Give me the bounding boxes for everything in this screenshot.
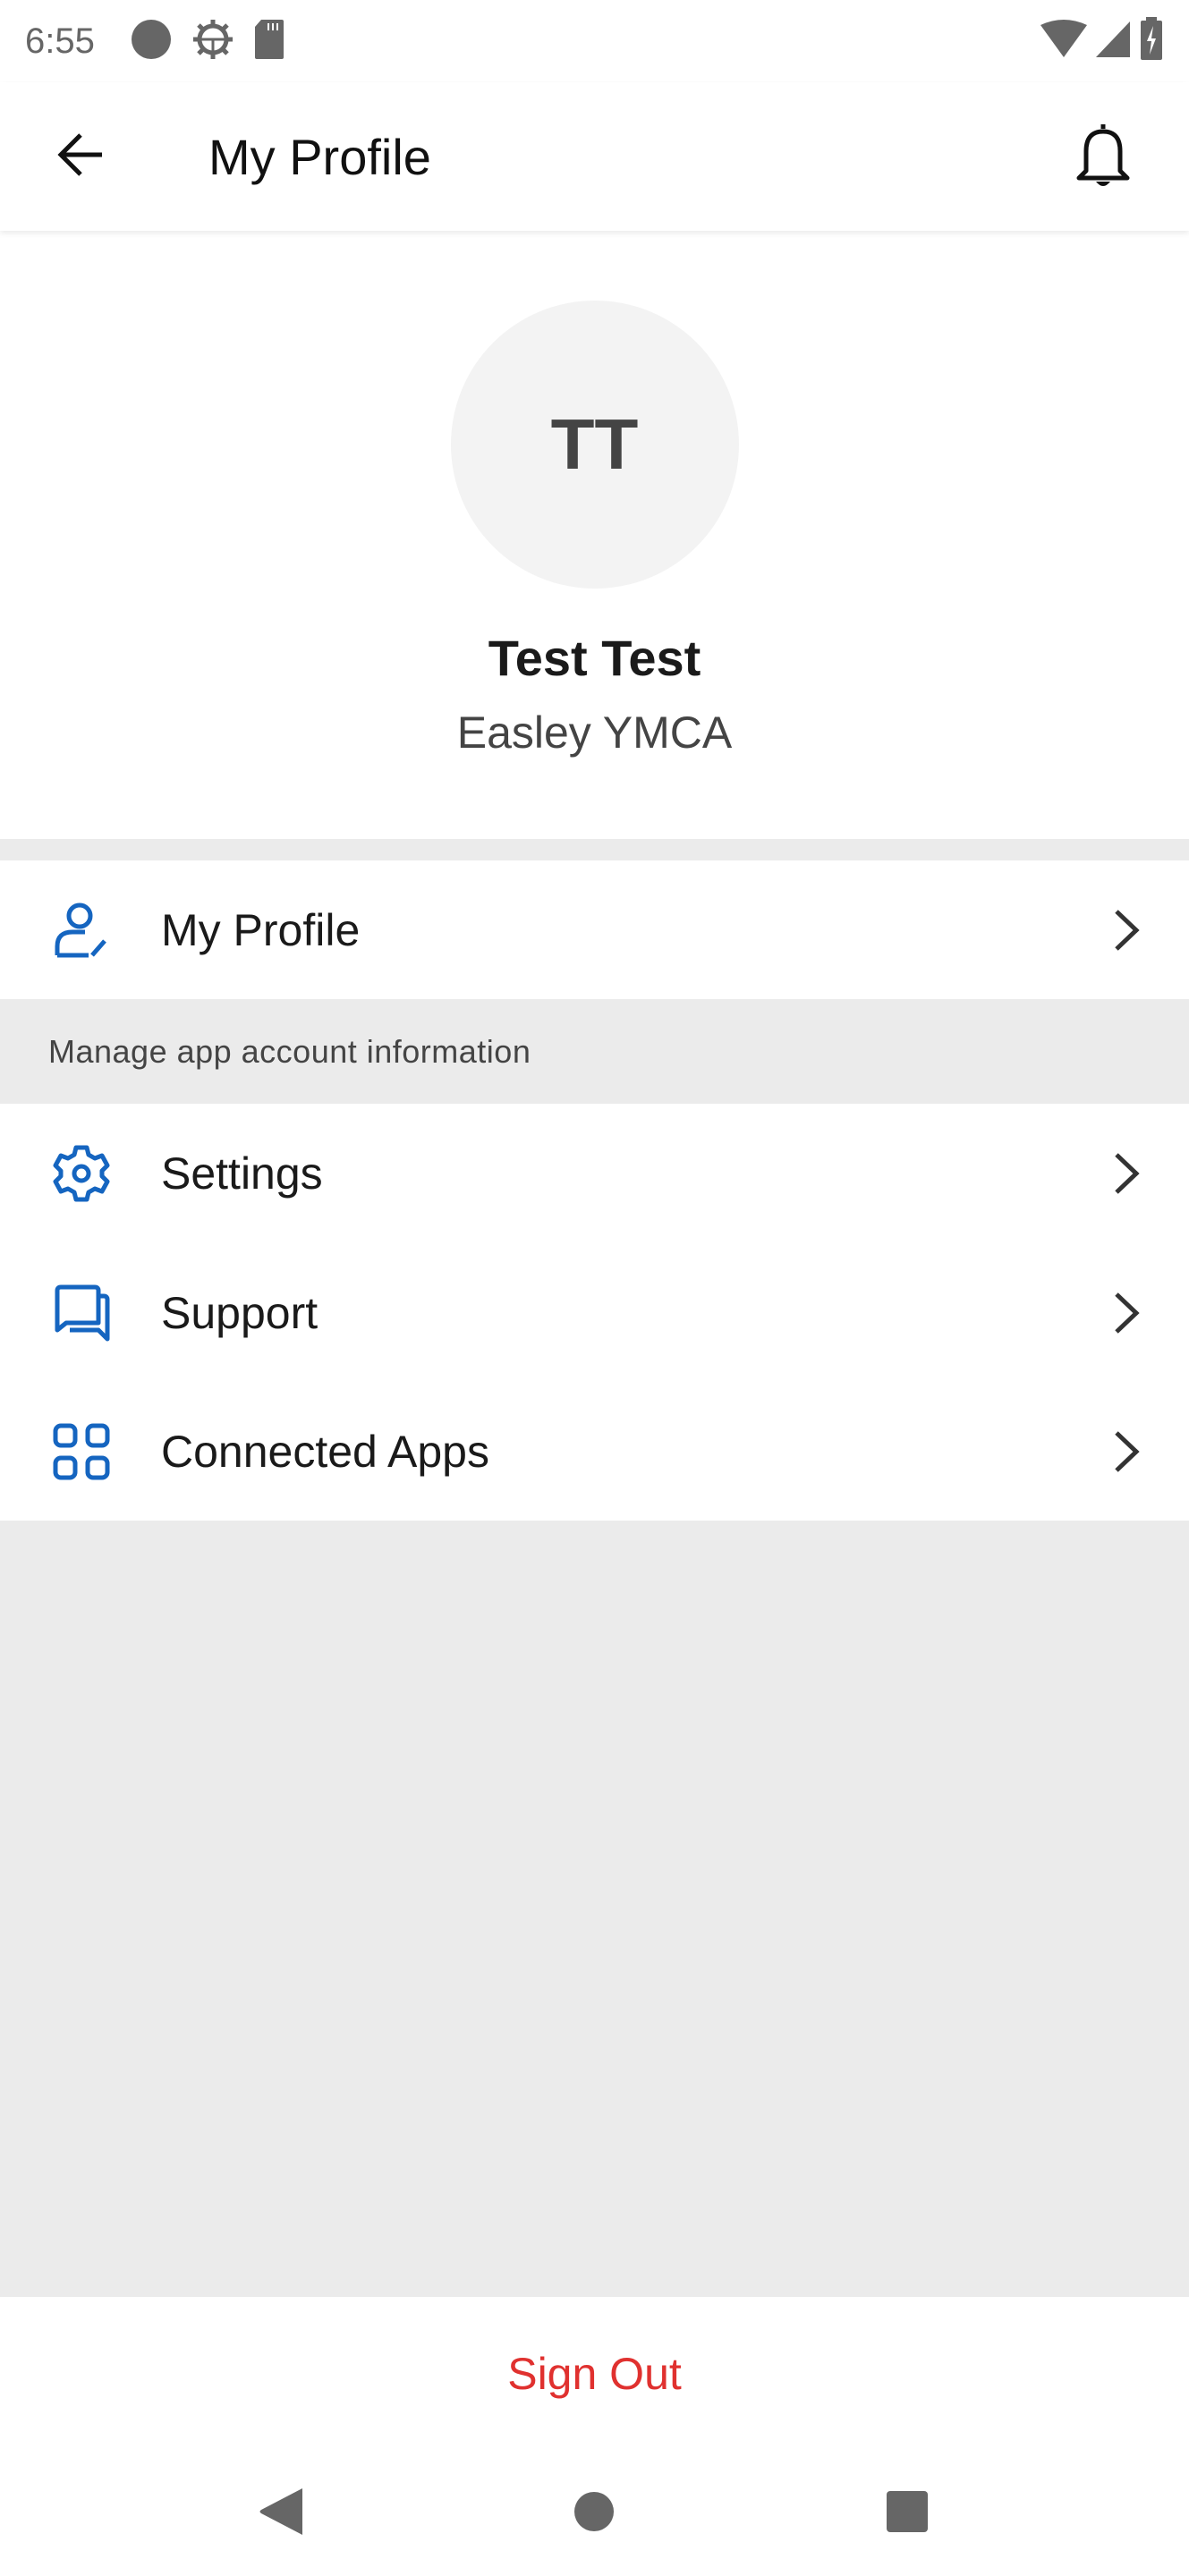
system-nav-bar bbox=[0, 2451, 1189, 2576]
profile-header: TT Test Test Easley YMCA bbox=[0, 231, 1189, 839]
chevron-right-icon bbox=[1108, 1142, 1144, 1205]
nav-home-button[interactable] bbox=[554, 2473, 634, 2554]
menu-item-label: My Profile bbox=[161, 904, 361, 955]
chevron-right-icon bbox=[1108, 1282, 1144, 1344]
notifications-button[interactable] bbox=[1058, 112, 1148, 201]
status-right bbox=[1040, 16, 1164, 66]
user-edit-icon bbox=[50, 899, 113, 962]
recents-square-icon bbox=[885, 2489, 930, 2538]
sd-card-icon bbox=[254, 19, 285, 64]
back-button[interactable] bbox=[36, 112, 125, 201]
user-name: Test Test bbox=[488, 630, 701, 686]
section-caption: Manage app account information bbox=[48, 1032, 531, 1070]
cell-signal-icon bbox=[1094, 20, 1132, 64]
wifi-icon bbox=[1040, 19, 1087, 64]
page-title: My Profile bbox=[208, 128, 431, 185]
back-triangle-icon bbox=[258, 2487, 306, 2541]
chevron-right-icon bbox=[1108, 1420, 1144, 1483]
menu-item-support[interactable]: Support bbox=[0, 1243, 1189, 1382]
empty-area bbox=[0, 1521, 1189, 2297]
menu-item-label: Settings bbox=[161, 1148, 323, 1199]
notification-dot-icon bbox=[131, 19, 172, 64]
sign-out-button[interactable]: Sign Out bbox=[507, 2348, 682, 2400]
sign-out-area: Sign Out bbox=[0, 2297, 1189, 2451]
chat-bubbles-icon bbox=[50, 1282, 113, 1344]
menu-item-connected-apps[interactable]: Connected Apps bbox=[0, 1382, 1189, 1521]
home-circle-icon bbox=[573, 2490, 616, 2538]
grid-apps-icon bbox=[50, 1420, 113, 1483]
section-caption-band: Manage app account information bbox=[0, 999, 1189, 1104]
android-debug-icon bbox=[191, 18, 234, 65]
menu-item-label: Connected Apps bbox=[161, 1426, 489, 1477]
avatar: TT bbox=[450, 301, 739, 589]
menu-item-settings[interactable]: Settings bbox=[0, 1104, 1189, 1242]
chevron-right-icon bbox=[1108, 899, 1144, 962]
status-bar: 6:55 bbox=[0, 0, 1189, 82]
user-organization: Easley YMCA bbox=[456, 708, 733, 758]
bell-icon bbox=[1074, 121, 1133, 193]
nav-recents-button[interactable] bbox=[867, 2473, 947, 2554]
arrow-left-icon bbox=[54, 128, 107, 186]
app-bar: My Profile bbox=[0, 82, 1189, 231]
avatar-initials: TT bbox=[550, 404, 639, 484]
gear-icon bbox=[50, 1142, 113, 1205]
menu-item-my-profile[interactable]: My Profile bbox=[0, 860, 1189, 999]
status-left: 6:55 bbox=[25, 18, 285, 65]
screen: 6:55 My Profile TT Test Test Easley YMCA… bbox=[0, 0, 1189, 2576]
menu-item-label: Support bbox=[161, 1287, 318, 1338]
nav-back-button[interactable] bbox=[242, 2473, 322, 2554]
battery-charging-icon bbox=[1139, 16, 1164, 66]
status-time: 6:55 bbox=[25, 21, 95, 61]
